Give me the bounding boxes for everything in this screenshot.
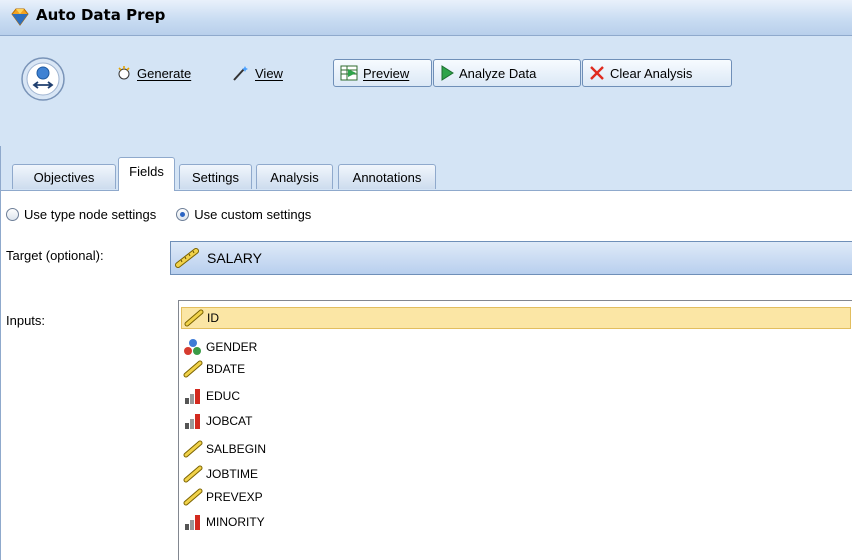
ordinal-bars-icon bbox=[185, 389, 200, 404]
clear-analysis-button[interactable]: Clear Analysis bbox=[582, 59, 732, 87]
generate-button[interactable]: Generate bbox=[116, 58, 191, 88]
field-name: JOBTIME bbox=[206, 467, 259, 481]
list-item[interactable]: GENDER bbox=[181, 336, 851, 358]
settings-mode-group: Use type node settings Use custom settin… bbox=[6, 207, 311, 222]
field-name: JOBCAT bbox=[206, 414, 253, 428]
list-item[interactable]: ID bbox=[181, 307, 851, 329]
use-type-node-label: Use type node settings bbox=[24, 207, 157, 222]
continuous-ruler-icon bbox=[183, 465, 203, 483]
list-item[interactable]: JOBCAT bbox=[181, 410, 851, 432]
clear-analysis-label: Clear Analysis bbox=[610, 65, 693, 81]
tab-label: Fields bbox=[129, 164, 164, 179]
view-wand-icon bbox=[233, 66, 248, 81]
tab-objectives[interactable]: Objectives bbox=[12, 164, 116, 189]
analyze-data-button[interactable]: Analyze Data bbox=[433, 59, 581, 87]
preview-button[interactable]: Preview bbox=[333, 59, 432, 87]
clear-x-icon bbox=[590, 66, 604, 80]
tab-label: Settings bbox=[192, 169, 239, 185]
view-label: View bbox=[255, 65, 283, 81]
play-icon bbox=[441, 65, 454, 81]
target-value: SALARY bbox=[207, 250, 262, 266]
list-item[interactable]: MINORITY bbox=[181, 511, 851, 533]
field-name: EDUC bbox=[206, 389, 241, 403]
list-item[interactable]: SALBEGIN bbox=[181, 438, 851, 460]
preview-label: Preview bbox=[363, 65, 410, 81]
inputs-list[interactable]: ID GENDER BDATE EDUC JOBCAT SALBEGIN JOB… bbox=[178, 300, 852, 560]
tab-analysis[interactable]: Analysis bbox=[256, 164, 333, 189]
tab-label: Analysis bbox=[270, 169, 319, 185]
continuous-ruler-icon bbox=[183, 360, 203, 378]
tab-label: Annotations bbox=[352, 169, 422, 185]
continuous-ruler-icon bbox=[183, 440, 203, 458]
tab-settings[interactable]: Settings bbox=[179, 164, 252, 189]
tab-label: Objectives bbox=[33, 169, 95, 185]
preview-table-icon bbox=[340, 65, 358, 81]
field-name: BDATE bbox=[206, 362, 246, 376]
use-custom-settings-label: Use custom settings bbox=[194, 207, 312, 222]
use-type-node-radio[interactable] bbox=[6, 208, 19, 221]
field-name: MINORITY bbox=[206, 515, 265, 529]
continuous-ruler-icon bbox=[175, 248, 199, 268]
nominal-circles-icon bbox=[184, 339, 201, 355]
panel-left-border bbox=[0, 146, 1, 560]
toolbar: Generate View Preview Analyze Data Clear… bbox=[0, 36, 852, 147]
list-item[interactable]: PREVEXP bbox=[181, 486, 851, 508]
auto-data-prep-node-icon bbox=[21, 57, 65, 101]
field-name: GENDER bbox=[206, 340, 258, 354]
list-item[interactable]: BDATE bbox=[181, 358, 851, 380]
list-item[interactable]: JOBTIME bbox=[181, 463, 851, 485]
field-name: SALBEGIN bbox=[206, 442, 267, 456]
target-label: Target (optional): bbox=[6, 248, 104, 263]
field-name: PREVEXP bbox=[206, 490, 263, 504]
generate-icon bbox=[118, 66, 130, 80]
ordinal-bars-icon bbox=[185, 414, 200, 429]
tab-fields[interactable]: Fields bbox=[118, 157, 175, 191]
inputs-label: Inputs: bbox=[6, 313, 46, 328]
gem-node-icon bbox=[11, 8, 29, 26]
tab-strip: Objectives Fields Settings Analysis Anno… bbox=[0, 146, 852, 191]
tab-annotations[interactable]: Annotations bbox=[338, 164, 436, 189]
use-custom-settings-radio[interactable] bbox=[176, 208, 190, 221]
field-name: ID bbox=[207, 311, 219, 325]
continuous-ruler-icon bbox=[184, 309, 204, 327]
generate-label: Generate bbox=[137, 65, 192, 81]
list-item[interactable]: EDUC bbox=[181, 385, 851, 407]
title-bar: Auto Data Prep bbox=[0, 0, 852, 36]
ordinal-bars-icon bbox=[185, 515, 200, 530]
window-title: Auto Data Prep bbox=[36, 6, 166, 24]
view-button[interactable]: View bbox=[232, 58, 283, 88]
auto-data-prep-window: Auto Data Prep Generate View Preview Ana… bbox=[0, 0, 852, 560]
target-field[interactable]: SALARY bbox=[170, 241, 852, 275]
analyze-data-label: Analyze Data bbox=[459, 65, 537, 81]
continuous-ruler-icon bbox=[183, 488, 203, 506]
